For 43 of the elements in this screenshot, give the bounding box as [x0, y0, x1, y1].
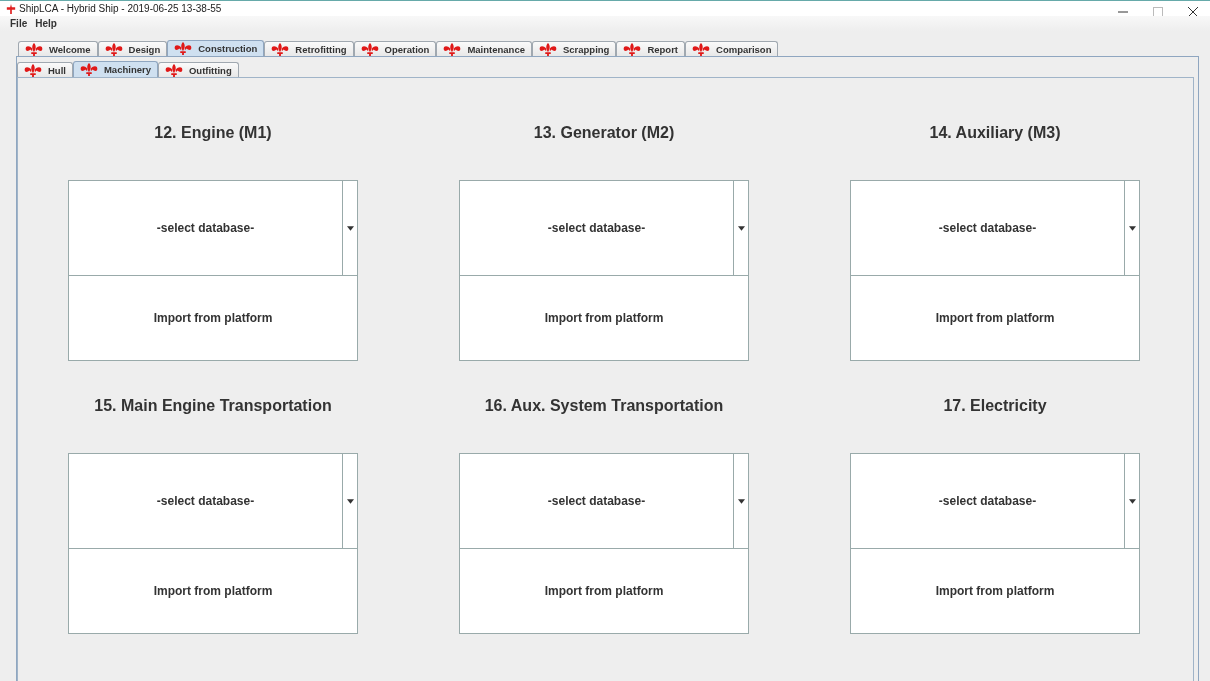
section-heading: 16. Aux. System Transportation	[484, 397, 724, 416]
section-heading: 13. Generator (M2)	[533, 124, 675, 143]
section-heading: 15. Main Engine Transportation	[94, 397, 332, 416]
caret-icon	[737, 498, 745, 504]
section-heading: 12. Engine (M1)	[154, 124, 272, 143]
window-title: ShipLCA - Hybrid Ship - 2019-06-25 13-38-55	[19, 3, 222, 14]
section-heading: 14. Auxiliary (M3)	[929, 124, 1061, 143]
section-heading: 17. Electricity	[943, 397, 1047, 416]
tab[interactable]: Construction	[167, 40, 265, 56]
tab[interactable]: Maintenance	[436, 41, 532, 56]
tab[interactable]: Machinery	[72, 61, 158, 77]
tab[interactable]: Comparison	[685, 41, 779, 56]
tab[interactable]: Hull	[17, 62, 73, 77]
caret-icon	[346, 225, 354, 231]
database-dropdown[interactable]: -select database-	[68, 180, 358, 276]
tab[interactable]: Outfitting	[157, 62, 239, 77]
import-button[interactable]: Import from platform	[459, 549, 749, 634]
fleur-de-lis-icon	[23, 42, 45, 56]
tab[interactable]: Report	[616, 41, 686, 56]
caret-icon	[1128, 225, 1136, 231]
import-button[interactable]: Import from platform	[459, 276, 749, 361]
database-dropdown[interactable]: -select database-	[850, 453, 1140, 549]
caret-icon	[1128, 498, 1136, 504]
tab[interactable]: Retrofitting	[264, 41, 354, 56]
database-dropdown[interactable]: -select database-	[459, 180, 749, 276]
app-logo-icon	[6, 3, 16, 14]
import-button[interactable]: Import from platform	[68, 276, 358, 361]
database-dropdown[interactable]: -select database-	[459, 453, 749, 549]
menu-item[interactable]: Help	[35, 18, 57, 29]
close-icon[interactable]	[1188, 6, 1198, 17]
import-button[interactable]: Import from platform	[850, 276, 1140, 361]
database-dropdown[interactable]: -select database-	[850, 180, 1140, 276]
database-dropdown[interactable]: -select database-	[68, 453, 358, 549]
fleur-de-lis-icon	[22, 63, 44, 77]
import-button[interactable]: Import from platform	[68, 549, 358, 634]
tab[interactable]: Operation	[353, 41, 437, 56]
tab[interactable]: Scrapping	[531, 41, 617, 56]
menu-item[interactable]: File	[10, 18, 28, 29]
caret-icon	[346, 498, 354, 504]
caret-icon	[737, 225, 745, 231]
tab[interactable]: Welcome	[18, 41, 98, 56]
import-button[interactable]: Import from platform	[850, 549, 1140, 634]
tab[interactable]: Design	[97, 41, 168, 56]
